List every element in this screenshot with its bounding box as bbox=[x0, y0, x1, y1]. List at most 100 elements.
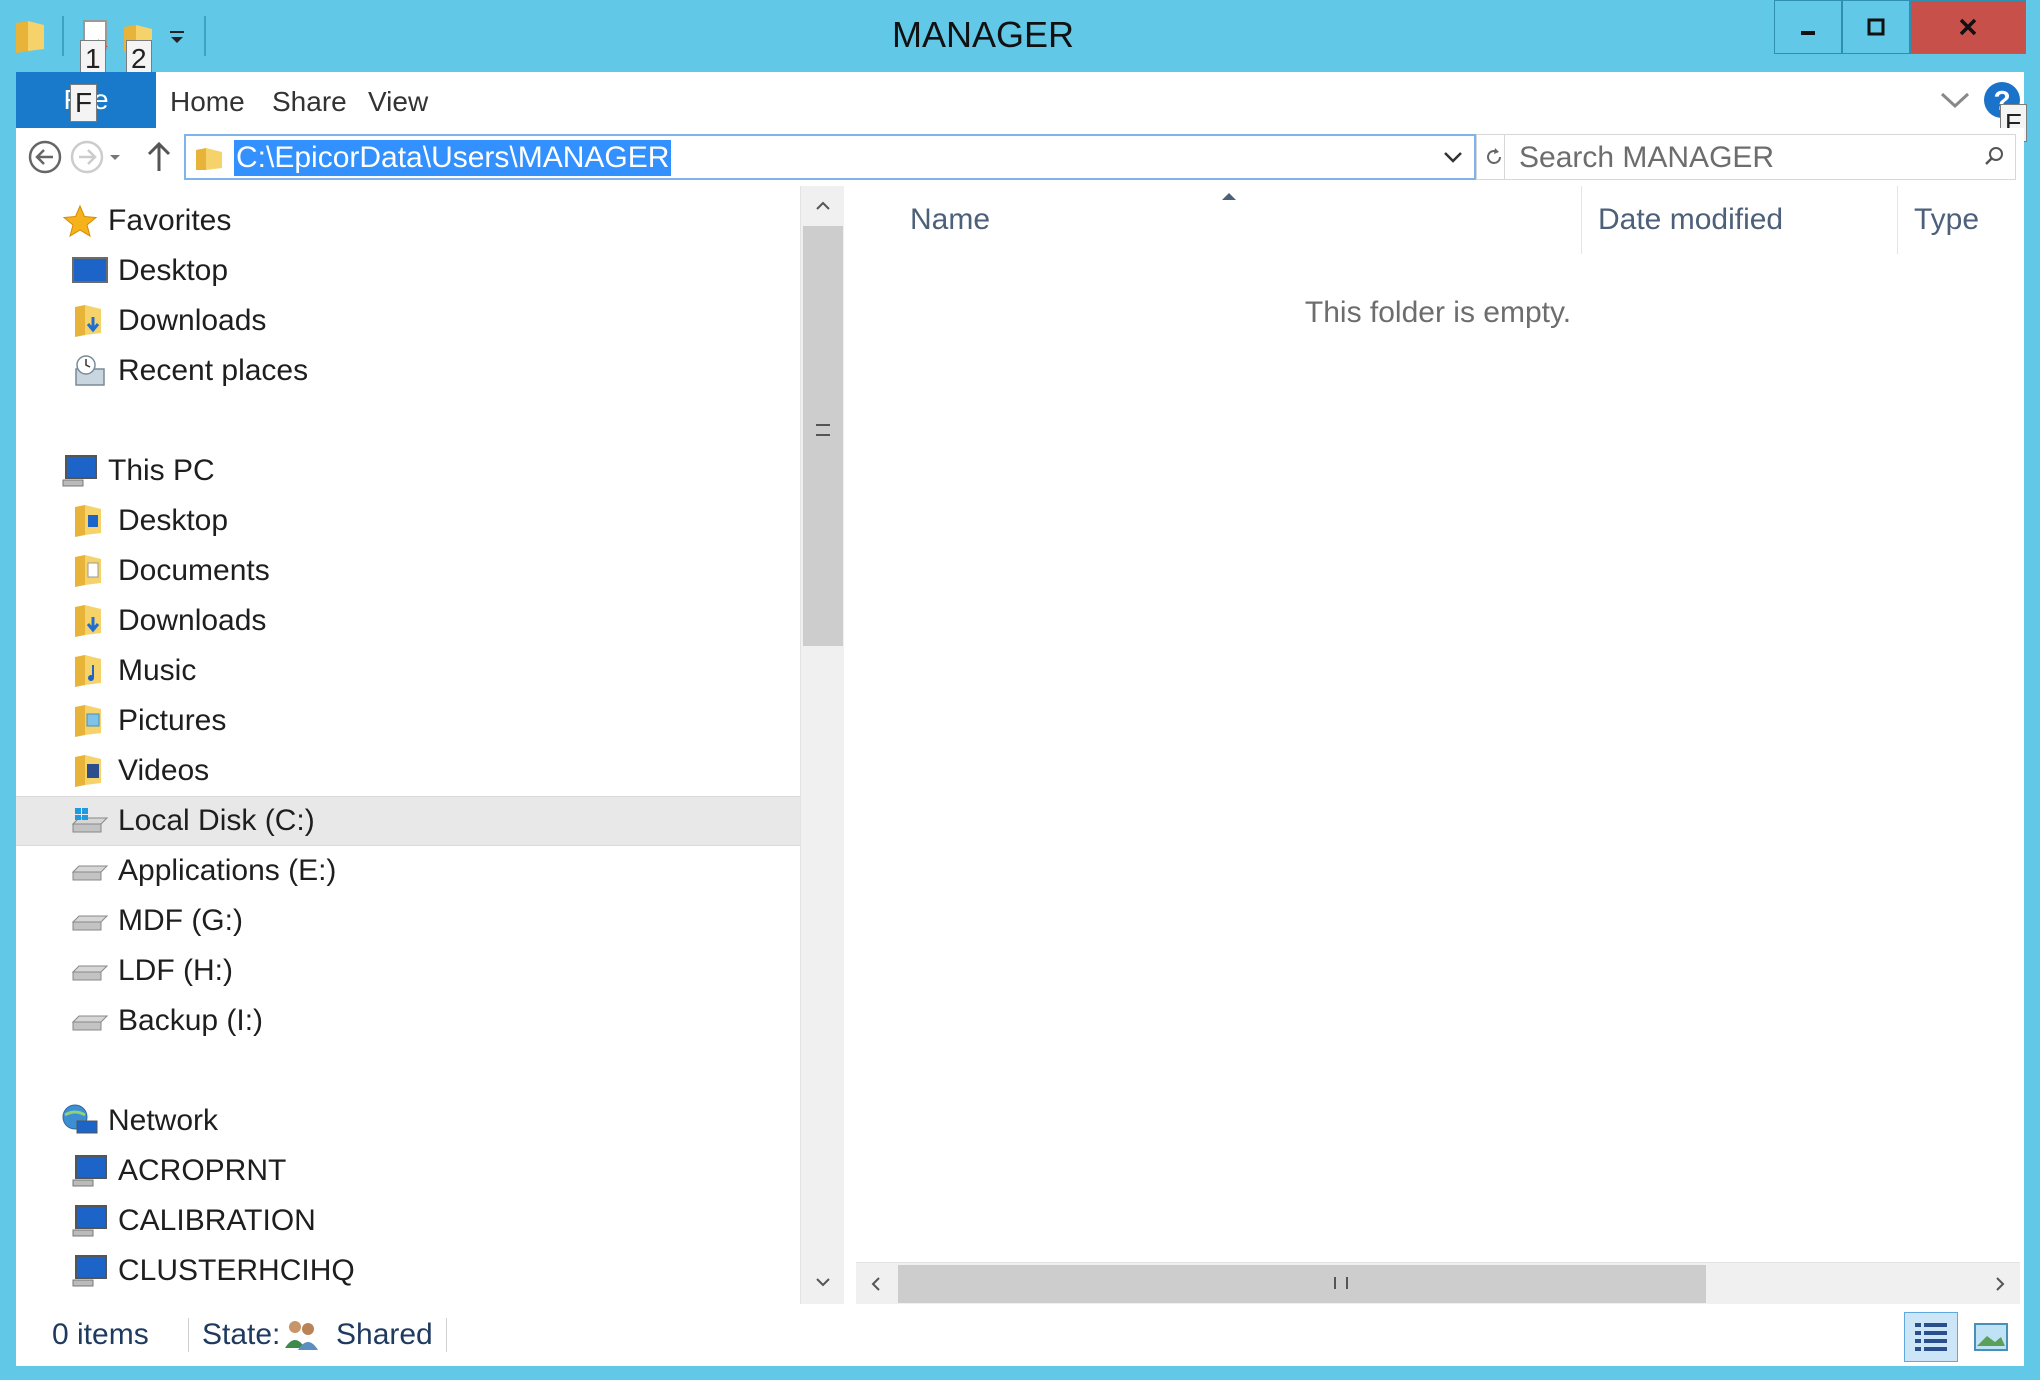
shared-users-icon bbox=[284, 1318, 320, 1352]
drive-icon bbox=[70, 1001, 110, 1041]
nav-favorites-desktop[interactable]: Desktop bbox=[16, 246, 800, 296]
network-icon bbox=[60, 1101, 100, 1141]
refresh-icon bbox=[1487, 148, 1501, 164]
nav-label: Downloads bbox=[118, 604, 267, 637]
nav-label: Local Disk (C:) bbox=[118, 804, 315, 837]
nav-label: Videos bbox=[118, 754, 210, 787]
nav-favorites-recent-places[interactable]: Recent places bbox=[16, 346, 800, 396]
nav-network-clusterhcihq[interactable]: CLUSTERHCIHQ bbox=[16, 1246, 800, 1296]
computer-icon bbox=[70, 1201, 110, 1241]
large-icons-view-button[interactable] bbox=[1964, 1312, 2018, 1362]
drive-icon bbox=[70, 851, 110, 891]
nav-pc-local-disk-c[interactable]: Local Disk (C:) bbox=[16, 796, 800, 846]
nav-pc-backup-i[interactable]: Backup (I:) bbox=[16, 996, 800, 1046]
nav-label: Applications (E:) bbox=[118, 854, 337, 887]
scroll-up-arrow-icon[interactable] bbox=[801, 186, 845, 226]
file-list-pane[interactable]: Name Date modified Type This folder is e… bbox=[852, 186, 2024, 1304]
tab-share[interactable]: Share bbox=[272, 86, 347, 118]
explorer-window: 1 2 MANAGER File Home Share View ? F H S… bbox=[0, 0, 2040, 1380]
videos-folder-icon bbox=[70, 751, 110, 791]
minimize-icon bbox=[1801, 31, 1815, 35]
nav-label: Backup (I:) bbox=[118, 1004, 264, 1037]
search-box[interactable]: Search MANAGER bbox=[1504, 134, 2016, 180]
address-bar[interactable]: C:\EpicorData\Users\MANAGER bbox=[184, 134, 1476, 180]
tab-view[interactable]: View bbox=[368, 86, 428, 118]
search-icon[interactable] bbox=[1983, 145, 2005, 167]
nav-label: ACROPRNT bbox=[118, 1154, 287, 1187]
star-icon bbox=[60, 201, 100, 241]
maximize-button[interactable] bbox=[1842, 0, 1910, 54]
nav-pc-pictures[interactable]: Pictures bbox=[16, 696, 800, 746]
recent-locations-dropdown-icon[interactable] bbox=[104, 138, 126, 176]
nav-pc-applications-e[interactable]: Applications (E:) bbox=[16, 846, 800, 896]
navigation-pane: Favorites Desktop Downloads Recent place… bbox=[16, 186, 800, 1304]
address-bar-row: C:\EpicorData\Users\MANAGER Search MANAG… bbox=[16, 128, 2024, 186]
music-folder-icon bbox=[70, 651, 110, 691]
downloads-folder-icon bbox=[70, 601, 110, 641]
grip-icon bbox=[1334, 1277, 1348, 1289]
back-arrow-icon bbox=[28, 140, 62, 174]
grip-icon bbox=[816, 424, 830, 436]
nav-pc-music[interactable]: Music bbox=[16, 646, 800, 696]
close-button[interactable] bbox=[1910, 0, 2026, 54]
nav-pc-downloads[interactable]: Downloads bbox=[16, 596, 800, 646]
nav-label: Documents bbox=[118, 554, 270, 587]
nav-label: Downloads bbox=[118, 304, 267, 337]
nav-network-acroprnt[interactable]: ACROPRNT bbox=[16, 1146, 800, 1196]
file-list-horizontal-scrollbar[interactable] bbox=[856, 1262, 2020, 1304]
nav-label: Network bbox=[108, 1104, 219, 1137]
forward-button[interactable] bbox=[68, 138, 106, 176]
nav-pc-mdf-g[interactable]: MDF (G:) bbox=[16, 896, 800, 946]
scroll-down-arrow-icon[interactable] bbox=[801, 1262, 845, 1302]
state-label: State: bbox=[202, 1318, 281, 1351]
content-area: Favorites Desktop Downloads Recent place… bbox=[16, 186, 2024, 1304]
nav-label: LDF (H:) bbox=[118, 954, 233, 987]
system-drive-icon bbox=[70, 801, 110, 841]
nav-pc-desktop[interactable]: Desktop bbox=[16, 496, 800, 546]
back-button[interactable] bbox=[26, 138, 64, 176]
nav-pc-documents[interactable]: Documents bbox=[16, 546, 800, 596]
nav-favorites[interactable]: Favorites bbox=[16, 196, 800, 246]
computer-icon bbox=[60, 451, 100, 491]
ribbon-expand-chevron-icon[interactable] bbox=[1938, 84, 1972, 118]
status-divider bbox=[188, 1318, 189, 1352]
nav-this-pc[interactable]: This PC bbox=[16, 446, 800, 496]
column-header-date-modified[interactable]: Date modified bbox=[1582, 186, 1898, 254]
desktop-icon bbox=[70, 251, 110, 291]
nav-label: Recent places bbox=[118, 354, 309, 387]
scrollbar-thumb[interactable] bbox=[803, 226, 843, 646]
nav-label: MDF (G:) bbox=[118, 904, 243, 937]
nav-label: CALIBRATION bbox=[118, 1204, 316, 1237]
ribbon-tab-bar: File Home Share View ? bbox=[16, 72, 2024, 128]
address-path[interactable]: C:\EpicorData\Users\MANAGER bbox=[234, 140, 672, 176]
computer-icon bbox=[70, 1151, 110, 1191]
nav-pc-ldf-h[interactable]: LDF (H:) bbox=[16, 946, 800, 996]
recent-places-icon bbox=[70, 351, 110, 391]
scrollbar-thumb[interactable] bbox=[898, 1265, 1706, 1303]
nav-network[interactable]: Network bbox=[16, 1096, 800, 1146]
up-arrow-icon bbox=[147, 141, 171, 171]
downloads-folder-icon bbox=[70, 301, 110, 341]
nav-network-calibration[interactable]: CALIBRATION bbox=[16, 1196, 800, 1246]
nav-label: CLUSTERHCIHQ bbox=[118, 1254, 355, 1287]
column-header-name[interactable]: Name bbox=[852, 186, 1582, 254]
nav-pane-scrollbar[interactable] bbox=[800, 186, 844, 1304]
computer-icon bbox=[70, 1251, 110, 1291]
documents-folder-icon bbox=[70, 551, 110, 591]
nav-favorites-downloads[interactable]: Downloads bbox=[16, 296, 800, 346]
chevron-down-icon[interactable] bbox=[1440, 144, 1466, 170]
drive-icon bbox=[70, 951, 110, 991]
scroll-right-arrow-icon[interactable] bbox=[1980, 1263, 2020, 1305]
minimize-button[interactable] bbox=[1774, 0, 1842, 54]
title-bar: 1 2 MANAGER bbox=[0, 0, 2040, 78]
nav-pc-videos[interactable]: Videos bbox=[16, 746, 800, 796]
scroll-left-arrow-icon[interactable] bbox=[856, 1263, 896, 1305]
nav-label: Desktop bbox=[118, 254, 229, 287]
up-button[interactable] bbox=[140, 138, 178, 176]
details-view-button[interactable] bbox=[1904, 1312, 1958, 1362]
column-header-type[interactable]: Type bbox=[1898, 186, 2024, 254]
tab-home[interactable]: Home bbox=[170, 86, 245, 118]
large-icons-view-icon bbox=[1974, 1323, 2008, 1351]
drive-icon bbox=[70, 901, 110, 941]
search-input[interactable]: Search MANAGER bbox=[1519, 141, 1774, 175]
